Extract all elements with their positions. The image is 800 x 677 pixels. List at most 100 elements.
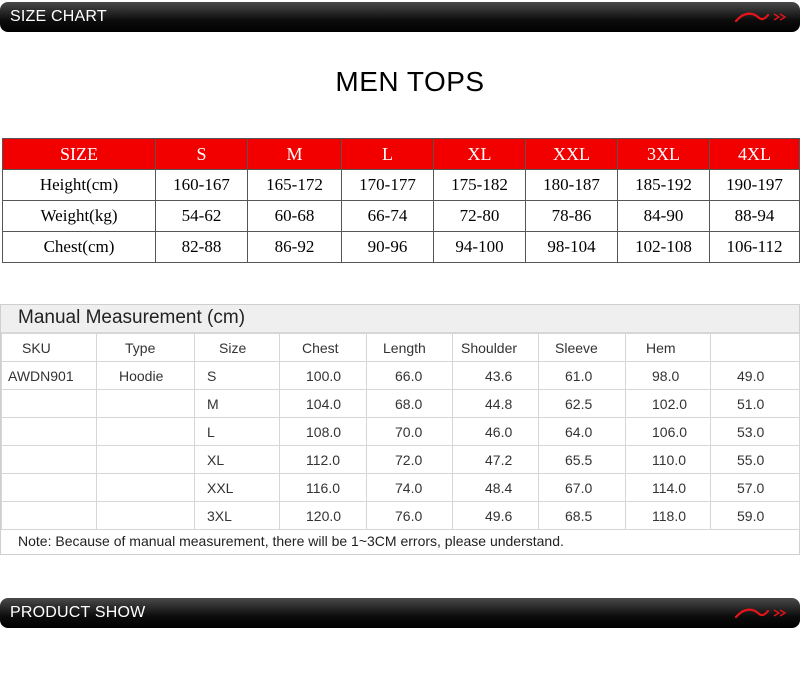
table-cell <box>1 389 97 418</box>
measurement-note: Note: Because of manual measurement, the… <box>18 533 564 549</box>
table-row: M 104.0 68.0 44.8 62.5 102.0 51.0 <box>1 389 800 418</box>
table-cell: 118.0 <box>625 501 711 530</box>
size-cell: 72-80 <box>433 200 526 232</box>
table-cell <box>96 389 195 418</box>
table-cell: 61.0 <box>538 361 626 390</box>
size-header-cell: SIZE <box>2 138 156 170</box>
size-cell: 90-96 <box>341 231 434 263</box>
row-label: Weight(kg) <box>2 200 156 232</box>
size-chart-table: SIZE S M L XL XXL 3XL 4XL Height(cm) 160… <box>2 138 800 263</box>
table-cell <box>96 445 195 474</box>
table-cell <box>96 473 195 502</box>
table-cell: 46.0 <box>452 417 539 446</box>
table-cell: 3XL <box>194 501 280 530</box>
row-label: Chest(cm) <box>2 231 156 263</box>
manual-measurement-panel: Manual Measurement (cm) SKU Type Size Ch… <box>0 304 800 555</box>
size-cell: 160-167 <box>155 169 248 201</box>
table-cell: 116.0 <box>279 473 367 502</box>
column-header: Type <box>96 333 195 362</box>
manual-measurement-title-bar: Manual Measurement (cm) <box>1 305 799 333</box>
table-cell <box>1 445 97 474</box>
table-cell: 47.2 <box>452 445 539 474</box>
table-cell: 64.0 <box>538 417 626 446</box>
column-header: Length <box>366 333 453 362</box>
row-label: Height(cm) <box>2 169 156 201</box>
size-cell: 54-62 <box>155 200 248 232</box>
size-cell: 78-86 <box>525 200 618 232</box>
column-header: Size <box>194 333 280 362</box>
table-cell: 68.0 <box>366 389 453 418</box>
table-cell: 51.0 <box>710 389 800 418</box>
table-row: XL 112.0 72.0 47.2 65.5 110.0 55.0 <box>1 445 800 474</box>
size-cell: 82-88 <box>155 231 248 263</box>
size-chart-row-chest: Chest(cm) 82-88 86-92 90-96 94-100 98-10… <box>2 231 800 263</box>
table-row: 3XL 120.0 76.0 49.6 68.5 118.0 59.0 <box>1 501 800 530</box>
size-cell: 165-172 <box>247 169 342 201</box>
size-cell: 106-112 <box>709 231 800 263</box>
table-row: XXL 116.0 74.0 48.4 67.0 114.0 57.0 <box>1 473 800 502</box>
size-cell: 190-197 <box>709 169 800 201</box>
size-header-cell: M <box>247 138 342 170</box>
size-cell: 88-94 <box>709 200 800 232</box>
column-header <box>710 333 800 362</box>
column-header: Sleeve <box>538 333 626 362</box>
product-show-banner: PRODUCT SHOW <box>0 598 800 628</box>
size-cell: 94-100 <box>433 231 526 263</box>
table-cell: 112.0 <box>279 445 367 474</box>
table-cell: 48.4 <box>452 473 539 502</box>
table-cell: 110.0 <box>625 445 711 474</box>
size-cell: 180-187 <box>525 169 618 201</box>
table-cell: 43.6 <box>452 361 539 390</box>
table-cell: 68.5 <box>538 501 626 530</box>
size-cell: 170-177 <box>341 169 434 201</box>
size-chart-row-height: Height(cm) 160-167 165-172 170-177 175-1… <box>2 169 800 201</box>
table-cell <box>96 417 195 446</box>
table-cell: 74.0 <box>366 473 453 502</box>
table-cell: XL <box>194 445 280 474</box>
table-cell <box>1 473 97 502</box>
table-cell: 104.0 <box>279 389 367 418</box>
table-cell: 98.0 <box>625 361 711 390</box>
table-cell: 120.0 <box>279 501 367 530</box>
manual-measurement-title: Manual Measurement (cm) <box>18 307 246 328</box>
table-cell <box>1 501 97 530</box>
size-cell: 98-104 <box>525 231 618 263</box>
table-cell: 67.0 <box>538 473 626 502</box>
table-cell: XXL <box>194 473 280 502</box>
table-cell: 106.0 <box>625 417 711 446</box>
brand-logo-icon <box>734 608 787 619</box>
size-header-cell: S <box>155 138 248 170</box>
table-row: L 108.0 70.0 46.0 64.0 106.0 53.0 <box>1 417 800 446</box>
table-cell: 62.5 <box>538 389 626 418</box>
table-cell: 102.0 <box>625 389 711 418</box>
table-row: AWDN901 Hoodie S 100.0 66.0 43.6 61.0 98.0 49.0 <box>1 361 800 390</box>
table-cell <box>1 417 97 446</box>
table-cell: 44.8 <box>452 389 539 418</box>
table-cell: 49.0 <box>710 361 800 390</box>
column-header: SKU <box>1 333 97 362</box>
size-cell: 175-182 <box>433 169 526 201</box>
size-header-cell: XL <box>433 138 526 170</box>
table-cell: 59.0 <box>710 501 800 530</box>
size-cell: 86-92 <box>247 231 342 263</box>
table-cell: 49.6 <box>452 501 539 530</box>
table-cell: 53.0 <box>710 417 800 446</box>
size-cell: 102-108 <box>617 231 710 263</box>
size-header-cell: XXL <box>525 138 618 170</box>
column-header: Shoulder <box>452 333 539 362</box>
table-cell: M <box>194 389 280 418</box>
size-header-cell: 3XL <box>617 138 710 170</box>
table-cell: 65.5 <box>538 445 626 474</box>
size-cell: 66-74 <box>341 200 434 232</box>
manual-measurement-table: SKU Type Size Chest Length Shoulder Slee… <box>1 333 800 530</box>
column-header: Hem <box>625 333 711 362</box>
page-title: MEN TOPS <box>335 66 485 97</box>
manual-header-row: SKU Type Size Chest Length Shoulder Slee… <box>1 333 800 362</box>
column-header: Chest <box>279 333 367 362</box>
table-cell: 70.0 <box>366 417 453 446</box>
size-cell: 84-90 <box>617 200 710 232</box>
table-cell: 57.0 <box>710 473 800 502</box>
table-cell <box>96 501 195 530</box>
brand-logo-icon <box>734 12 787 23</box>
table-cell: 76.0 <box>366 501 453 530</box>
